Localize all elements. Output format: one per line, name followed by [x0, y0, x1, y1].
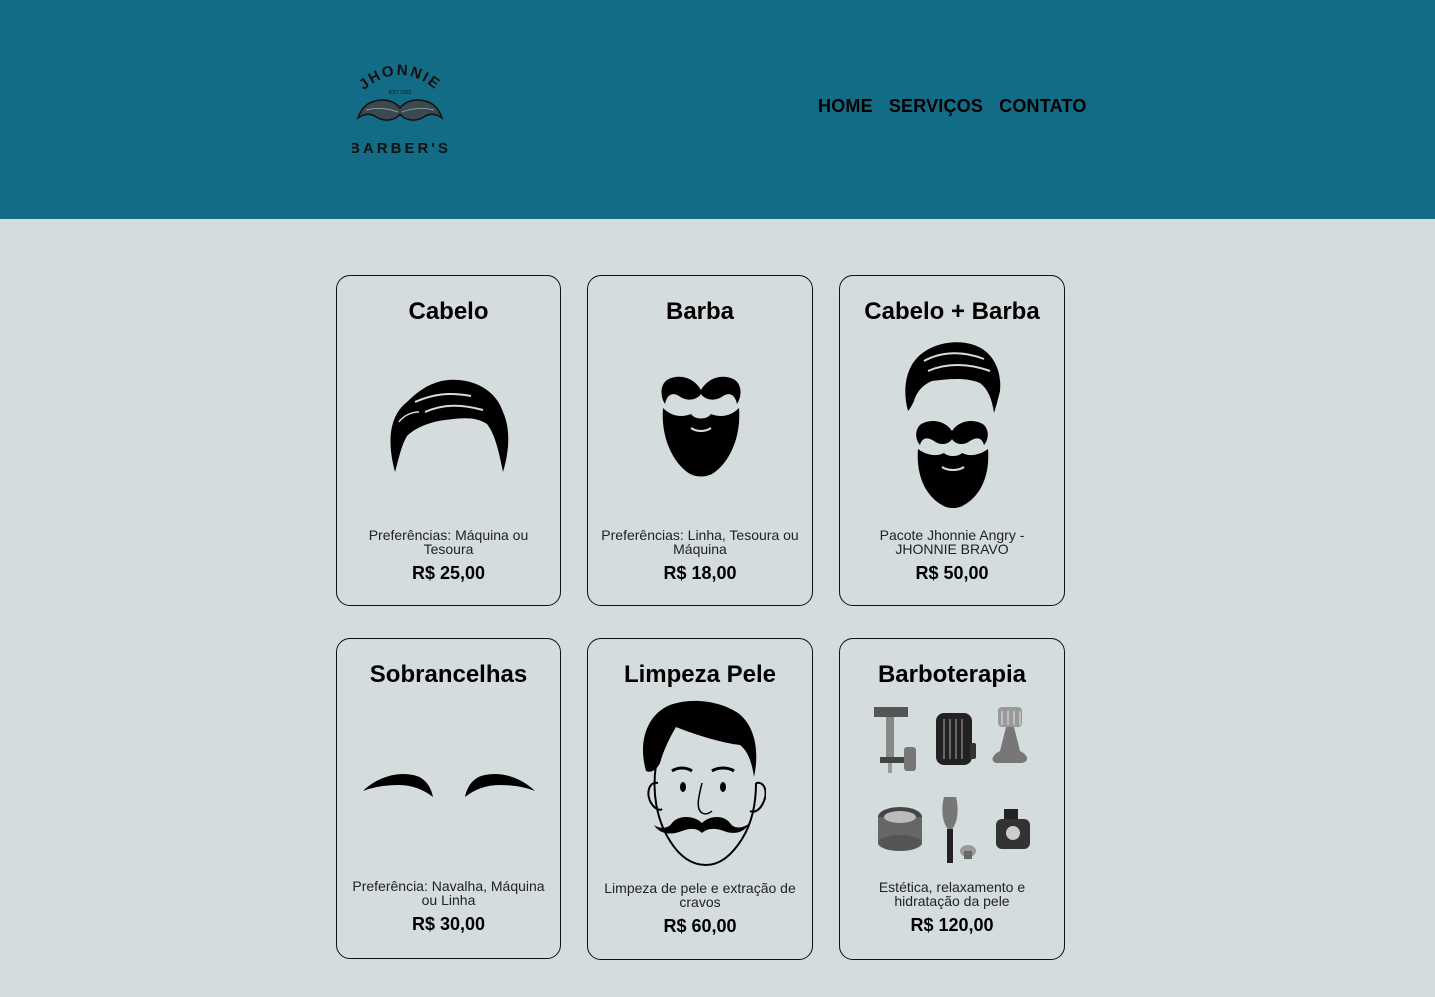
eyebrows-icon: [363, 773, 535, 797]
hair-icon: [390, 379, 509, 472]
svg-text:JHONNIE: JHONNIE: [356, 62, 444, 94]
grooming-kit-icon: [874, 707, 1030, 863]
face-icon: [643, 700, 766, 867]
service-description: Estética, relaxamento e hidratação da pe…: [878, 879, 1026, 909]
service-price: R$ 120,00: [910, 915, 994, 935]
service-price: R$ 50,00: [915, 563, 989, 583]
service-description: Pacote Jhonnie Angry - JHONNIE BRAVO: [879, 527, 1025, 557]
service-title: Limpeza Pele: [623, 661, 777, 688]
brand-logo[interactable]: JHONNIE EST 2022 BARBER'S: [352, 52, 448, 164]
service-price: R$ 30,00: [411, 914, 486, 934]
service-title: Cabelo: [408, 298, 489, 325]
service-card-limpeza-pele[interactable]: Limpeza Pele Limpeza de pele e extração …: [587, 638, 813, 960]
service-title: Sobrancelhas: [369, 661, 528, 688]
beard-icon: [661, 376, 741, 477]
service-price: R$ 25,00: [411, 563, 486, 583]
service-card-barba[interactable]: Barba Preferências: Linha, Tesoura ou Má…: [587, 275, 813, 606]
site-header: JHONNIE EST 2022 BARBER'S HOME SERVIÇOS …: [0, 0, 1435, 219]
service-description: Preferência: Navalha, Máquina ou Linha: [352, 878, 545, 908]
service-price: R$ 18,00: [663, 563, 737, 583]
service-description: Limpeza de pele e extração de cravos: [604, 880, 796, 910]
service-description: Preferências: Linha, Tesoura ou Máquina: [601, 527, 799, 557]
main-nav: HOME SERVIÇOS CONTATO: [818, 96, 1087, 117]
svg-text:BARBER'S: BARBER'S: [352, 140, 448, 157]
svg-text:EST 2022: EST 2022: [389, 90, 411, 96]
nav-contact-link[interactable]: CONTATO: [999, 96, 1086, 117]
service-card-cabelo[interactable]: Cabelo Preferências: Máquina ou Tesoura …: [336, 275, 561, 606]
service-price: R$ 60,00: [663, 916, 737, 936]
service-card-sobrancelhas[interactable]: Sobrancelhas Preferência: Navalha, Máqui…: [336, 638, 561, 959]
service-card-barboterapia[interactable]: Barboterapia Estética, relaxamento e hid…: [839, 638, 1065, 960]
service-description: Preferências: Máquina ou Tesoura: [368, 527, 529, 557]
service-title: Barba: [665, 298, 735, 325]
nav-services-link[interactable]: SERVIÇOS: [889, 96, 983, 117]
service-card-cabelo-barba[interactable]: Cabelo + Barba Pacote Jhonnie Angry - JH…: [839, 275, 1065, 606]
nav-home-link[interactable]: HOME: [818, 96, 873, 117]
service-title: Barboterapia: [877, 661, 1027, 688]
hair-and-beard-icon: [905, 342, 1001, 508]
service-title: Cabelo + Barba: [864, 298, 1040, 325]
